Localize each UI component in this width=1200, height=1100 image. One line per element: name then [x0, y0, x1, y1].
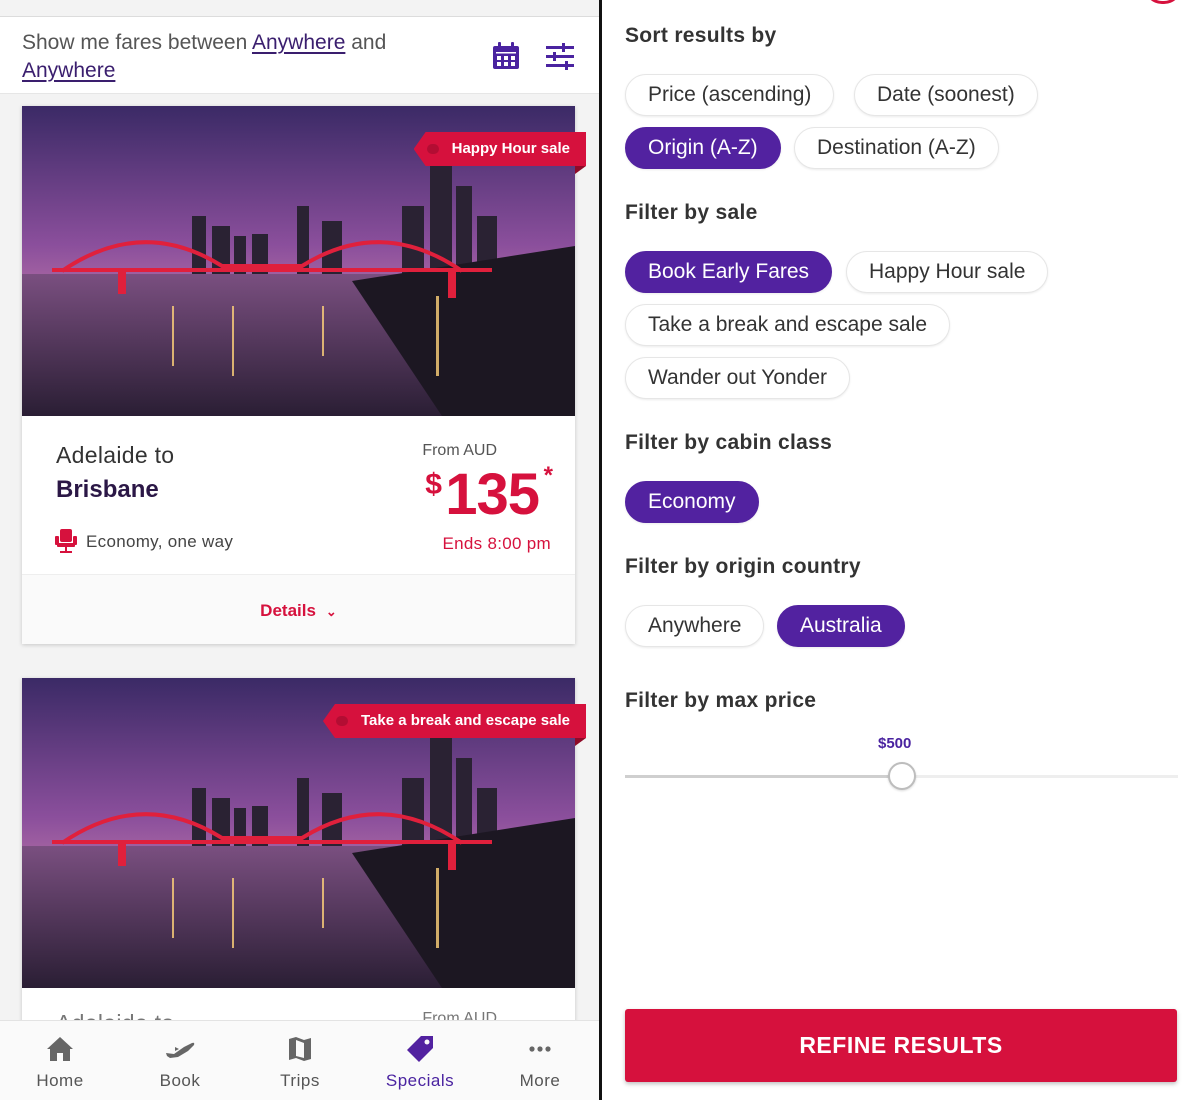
calendar-icon[interactable]	[489, 39, 523, 73]
fare-search-header: Show me fares between Anywhere and Anywh…	[0, 16, 599, 94]
special-fare-card[interactable]: Take a break and escape sale Adelaide to…	[22, 678, 586, 1038]
sale-option-take-a-break[interactable]: Take a break and escape sale	[625, 304, 951, 346]
sort-option-origin[interactable]: Origin (A-Z)	[625, 127, 781, 169]
tab-home[interactable]: Home	[0, 1021, 120, 1100]
origin-option-anywhere[interactable]: Anywhere	[625, 605, 765, 647]
price-prefix: From AUD	[422, 442, 497, 459]
chevron-down-icon: ⌄	[325, 604, 337, 619]
tab-label: More	[519, 1071, 561, 1090]
sort-option-destination[interactable]: Destination (A-Z)	[794, 127, 999, 169]
sale-option-happy-hour[interactable]: Happy Hour sale	[846, 251, 1049, 293]
specials-list-pane: Show me fares between Anywhere and Anywh…	[0, 0, 599, 1100]
sort-option-date[interactable]: Date (soonest)	[854, 74, 1038, 116]
tab-label: Trips	[280, 1071, 320, 1090]
bottom-tab-bar: Home Book Trips Specials More	[0, 1020, 599, 1100]
origin-section-title: Filter by origin country	[625, 555, 861, 578]
tab-book[interactable]: Book	[120, 1021, 240, 1100]
home-icon	[47, 1037, 73, 1061]
cabin-option-economy[interactable]: Economy	[625, 481, 759, 523]
more-dots-icon	[529, 1046, 551, 1052]
refine-panel: Sort results by Price (ascending) Date (…	[602, 0, 1200, 1100]
cabin-section-title: Filter by cabin class	[625, 431, 833, 454]
sort-section-title: Sort results by	[625, 24, 777, 47]
fare-prefix: Show me fares between	[22, 31, 248, 54]
seat-icon	[55, 529, 77, 553]
max-price-value: $500	[878, 735, 912, 752]
cabin-trip-type: Economy, one way	[86, 532, 234, 551]
route-origin: Adelaide to	[56, 442, 175, 468]
details-bar: Details ⌄	[22, 574, 575, 644]
origin-anywhere-link[interactable]: Anywhere	[252, 31, 345, 54]
details-label: Details	[260, 601, 316, 620]
max-price-slider[interactable]	[625, 762, 1178, 790]
price-section-title: Filter by max price	[625, 689, 817, 712]
tag-hole-icon	[335, 716, 348, 726]
plane-icon	[166, 1042, 195, 1058]
price-amount: 135	[445, 462, 540, 527]
origin-option-australia[interactable]: Australia	[777, 605, 905, 647]
refine-results-button[interactable]: REFINE RESULTS	[625, 1009, 1177, 1082]
sale-option-book-early[interactable]: Book Early Fares	[625, 251, 833, 293]
fare-price: $ 135 *	[425, 460, 553, 530]
tab-label: Specials	[385, 1071, 455, 1090]
ribbon-fold	[575, 738, 586, 746]
currency-symbol: $	[425, 468, 442, 501]
tab-label: Book	[159, 1071, 201, 1090]
destination-anywhere-link[interactable]: Anywhere	[22, 59, 115, 82]
app-root: Show me fares between Anywhere and Anywh…	[0, 0, 1200, 1100]
sale-end-time: Ends 8:00 pm	[442, 534, 551, 553]
fare-search-sentence: Show me fares between Anywhere and Anywh…	[22, 29, 462, 85]
tag-icon	[407, 1036, 433, 1062]
filter-sliders-icon[interactable]	[543, 39, 577, 73]
sale-badge-label: Happy Hour sale	[451, 140, 570, 157]
sale-badge: Happy Hour sale	[413, 132, 586, 166]
sort-option-price[interactable]: Price (ascending)	[625, 74, 835, 116]
sale-badge: Take a break and escape sale	[322, 704, 586, 738]
fare-and: and	[351, 31, 387, 54]
slider-fill	[625, 775, 902, 778]
sale-badge-label: Take a break and escape sale	[360, 712, 570, 729]
price-asterisk: *	[543, 462, 553, 489]
map-icon	[289, 1037, 311, 1061]
tab-trips[interactable]: Trips	[240, 1021, 360, 1100]
ribbon-fold	[575, 166, 586, 174]
details-button[interactable]: Details ⌄	[260, 601, 337, 621]
profile-badge-edge	[1144, 0, 1182, 4]
tab-more[interactable]: More	[480, 1021, 599, 1100]
tag-hole-icon	[426, 144, 439, 154]
special-fare-card[interactable]: Happy Hour sale Adelaide to Brisbane Fro…	[22, 106, 586, 644]
sale-option-wander[interactable]: Wander out Yonder	[625, 357, 851, 399]
tab-label: Home	[36, 1071, 84, 1090]
tab-specials[interactable]: Specials	[360, 1021, 480, 1100]
sale-section-title: Filter by sale	[625, 201, 758, 224]
route-destination: Brisbane	[56, 476, 159, 503]
slider-thumb[interactable]	[887, 762, 916, 790]
